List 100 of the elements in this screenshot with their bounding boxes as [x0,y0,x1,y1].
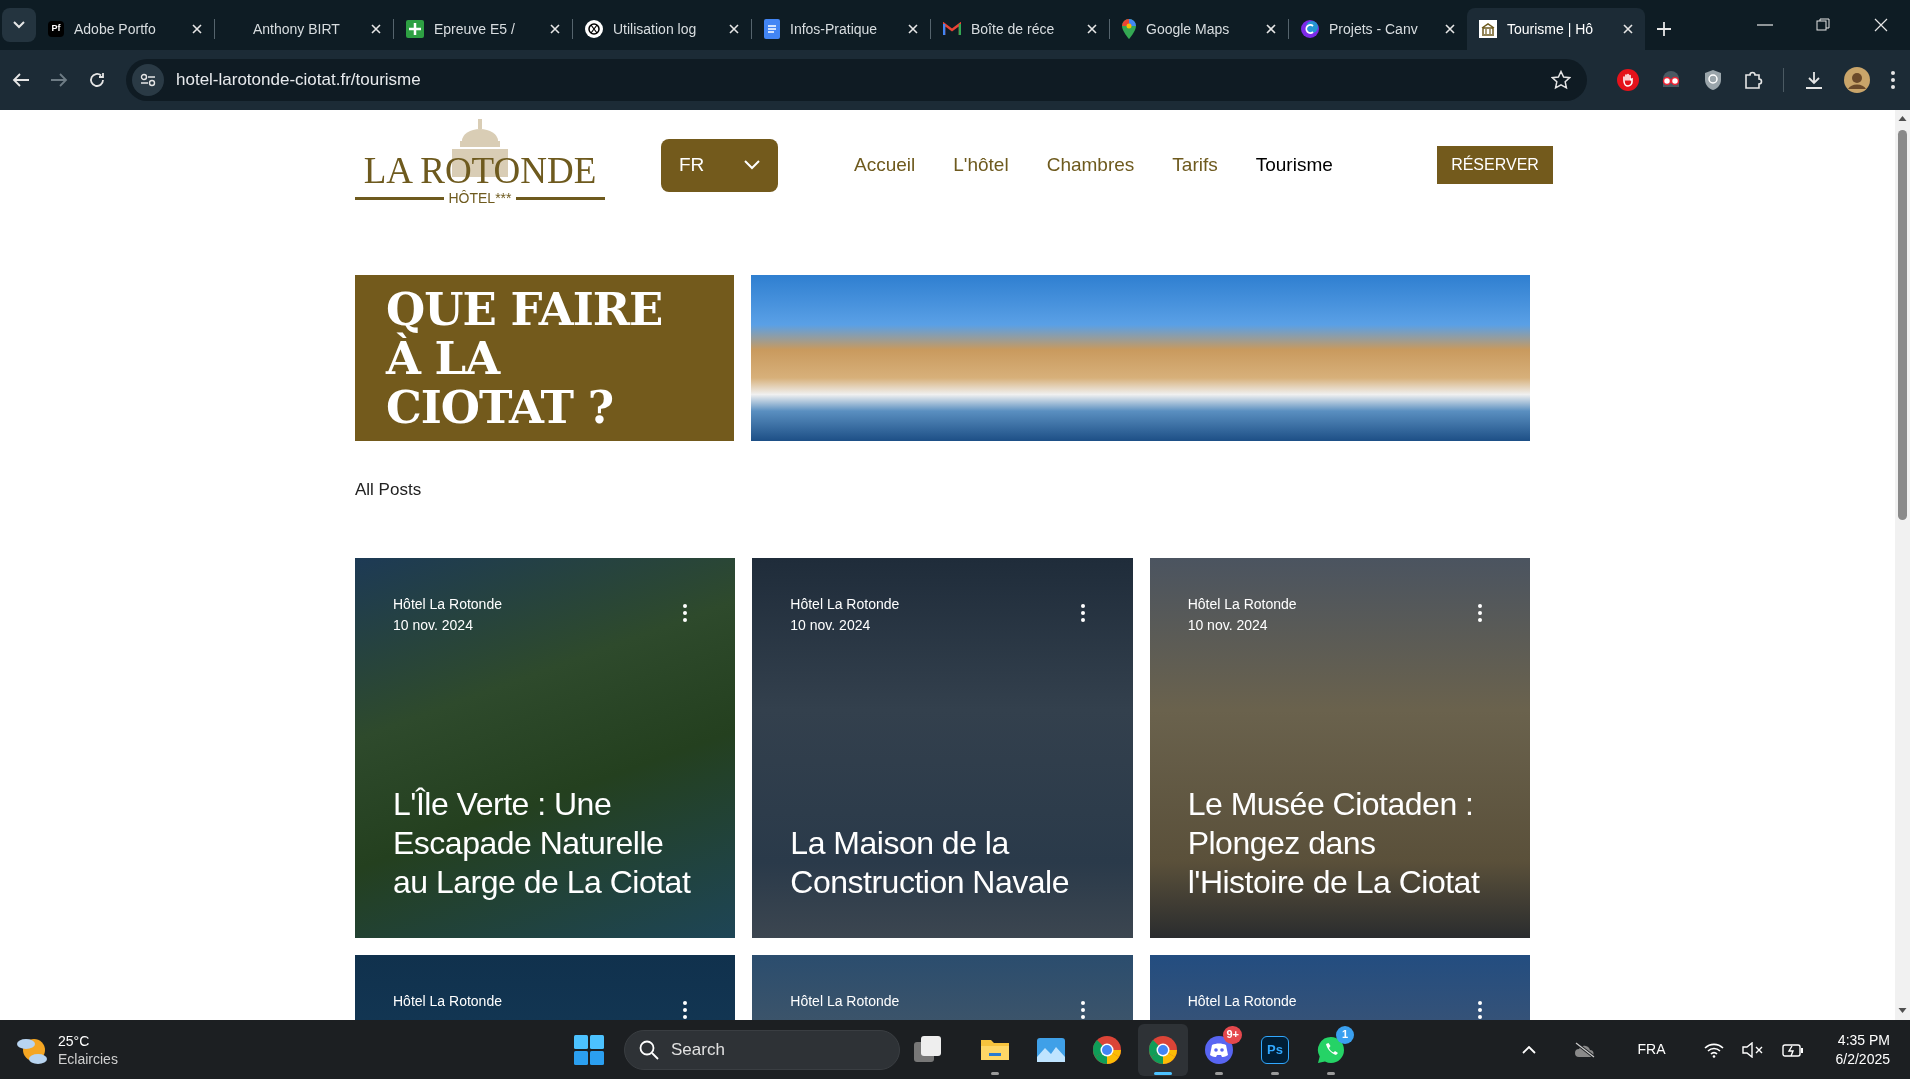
hotel-logo[interactable]: LA ROTONDE HÔTEL*** [355,119,605,211]
post-card[interactable]: Hôtel La Rotonde [752,954,1133,1020]
close-icon[interactable] [1623,24,1633,34]
plus-square-icon [406,20,424,38]
star-icon[interactable] [1551,70,1571,90]
post-date: 10 nov. 2024 [790,615,872,635]
notification-badge: 9+ [1223,1025,1242,1044]
document-icon [764,19,780,39]
scrollbar[interactable] [1895,110,1910,1020]
chevron-down-icon [13,21,25,29]
site-info-button[interactable] [132,64,164,96]
more-options-icon[interactable] [683,603,688,622]
chrome-icon [1148,1034,1178,1065]
download-icon[interactable] [1804,70,1824,90]
close-icon[interactable] [729,24,739,34]
browser-tab[interactable]: Infos-Pratique [752,8,930,50]
more-options-icon[interactable] [1080,1000,1085,1019]
search-field[interactable]: Search [624,1029,900,1070]
post-title[interactable]: L'Île Verte : Une Escapade Naturelle au Large de La Ciotat [393,784,698,902]
category-link[interactable]: All Posts [355,477,422,503]
cloud-off-icon[interactable] [1573,1041,1596,1058]
shield-icon[interactable] [1703,69,1723,91]
tab-list-button[interactable] [2,8,36,42]
nav-link[interactable]: Tarifs [1172,150,1218,180]
browser-tab[interactable]: Boîte de réce [931,8,1109,50]
post-author: Hôtel La Rotonde [393,594,502,614]
weather-condition: Eclaircies [58,1049,118,1068]
close-icon [1873,17,1889,33]
post-card[interactable]: Hôtel La Rotonde 10 nov. 2024 Le Musée Ciotaden : Plongez dans l'Histoire de La Ciotat [1149,557,1530,938]
more-options-icon[interactable] [683,1000,688,1019]
post-card[interactable]: Hôtel La Rotonde [1149,954,1530,1020]
reserve-button[interactable]: RÉSERVER [1437,146,1553,184]
chrome-icon [1092,1034,1122,1065]
language-dropdown[interactable]: FR [661,138,778,192]
nav-link[interactable]: Tourisme [1255,150,1333,180]
building-icon [1479,20,1497,38]
chevron-down-icon [744,160,760,170]
more-icon[interactable] [1890,70,1896,90]
restore-icon [1815,17,1831,33]
post-author: Hôtel La Rotonde [790,991,900,1011]
map-pin-icon [1122,19,1136,39]
close-icon[interactable] [908,24,918,34]
hand-stop-icon[interactable] [1617,69,1639,91]
browser-tab[interactable]: Pf Adobe Portfo [36,8,214,50]
task-view-icon[interactable] [914,1035,942,1064]
minimize-icon [1757,24,1773,26]
close-icon[interactable] [1266,24,1276,34]
search-input[interactable]: Search [671,1036,851,1063]
windows-start-icon[interactable] [574,1034,604,1065]
taskbar-app[interactable] [1138,1023,1188,1076]
close-icon[interactable] [1087,24,1097,34]
app-logo-icon: Pf [48,21,64,37]
post-card[interactable]: Hôtel La Rotonde 10 nov. 2024 La Maison de la Construction Navale [752,557,1133,938]
reload-icon[interactable] [88,71,106,89]
puzzle-icon[interactable] [1743,70,1763,90]
wifi-icon[interactable] [1703,1041,1724,1058]
browser-tab[interactable]: Tourisme | Hô [1467,8,1645,50]
post-date: 10 nov. 2024 [1187,615,1269,635]
post-title[interactable]: La Maison de la Construction Navale [790,823,1095,902]
temperature-text: 25°C [58,1031,91,1050]
logo-subtitle: HÔTEL*** [448,191,512,205]
browser-tab[interactable]: Utilisation log [573,8,751,50]
more-options-icon[interactable] [1478,1000,1482,1019]
battery-charging-icon[interactable] [1781,1041,1804,1058]
input-language[interactable]: FRA [1637,1039,1666,1060]
taskbar-app[interactable]: Ps [1250,1023,1300,1076]
more-options-icon[interactable] [1478,603,1482,622]
nav-link[interactable]: Accueil [854,150,916,180]
speaker-muted-icon[interactable] [1741,1041,1764,1058]
nav-link[interactable]: L'hôtel [953,150,1009,180]
post-title[interactable]: Le Musée Ciotaden : Plongez dans l'Histoire de La Ciotat [1187,784,1492,902]
page-title: QUE FAIRE À LA CIOTAT ? [386,285,664,432]
close-icon[interactable] [192,24,202,34]
post-date: 10 nov. 2024 [393,615,474,635]
post-author: Hôtel La Rotonde [1187,594,1297,614]
nav-link[interactable]: Chambres [1046,150,1135,180]
clock-time[interactable]: 4:35 PM [1837,1030,1890,1050]
browser-tab[interactable]: Anthony BIRT [215,8,393,50]
post-author: Hôtel La Rotonde [393,991,502,1011]
post-card[interactable]: Hôtel La Rotonde 10 nov. 2024 L'Île Verte : Une Escapade Naturelle au Large de La Ciotat [355,557,736,938]
photoshop-logo-icon: Ps [1261,1035,1289,1064]
post-card[interactable]: Hôtel La Rotonde [355,954,736,1020]
notification-badge: 1 [1336,1025,1354,1044]
new-tab-icon[interactable] [1657,22,1671,36]
close-icon[interactable] [550,24,560,34]
browser-tab[interactable]: Projets - Canv [1289,8,1467,50]
avatar-icon[interactable] [1844,67,1870,93]
address-field[interactable]: hotel-larotonde-ciotat.fr/tourisme [126,59,1587,101]
chevron-up-icon[interactable] [1521,1045,1536,1054]
clock-date[interactable]: 6/2/2025 [1835,1049,1890,1069]
browser-tab[interactable]: Epreuve E5 / [394,8,572,50]
back-icon[interactable] [12,72,30,88]
more-options-icon[interactable] [1080,603,1085,622]
taskbar-app[interactable]: 9+ [1194,1023,1244,1076]
browser-tab[interactable]: Google Maps [1110,8,1288,50]
logo-name: LA ROTONDE [363,151,597,191]
search-icon [639,1039,659,1060]
forward-icon[interactable] [50,72,68,88]
close-icon[interactable] [371,24,381,34]
close-icon[interactable] [1445,24,1455,34]
